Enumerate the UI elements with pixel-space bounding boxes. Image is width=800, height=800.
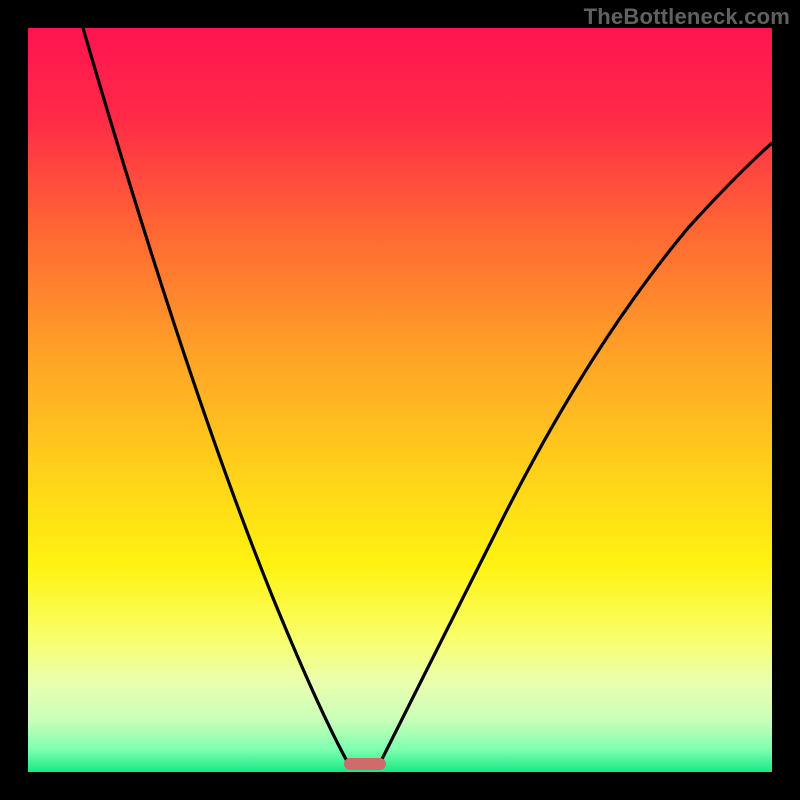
curve-right: [380, 143, 772, 763]
plot-area: [28, 28, 772, 772]
chart-frame: TheBottleneck.com: [0, 0, 800, 800]
watermark-text: TheBottleneck.com: [584, 4, 790, 30]
curve-left: [83, 28, 348, 763]
optimal-range-marker: [344, 758, 386, 770]
bottleneck-curves: [28, 28, 772, 772]
